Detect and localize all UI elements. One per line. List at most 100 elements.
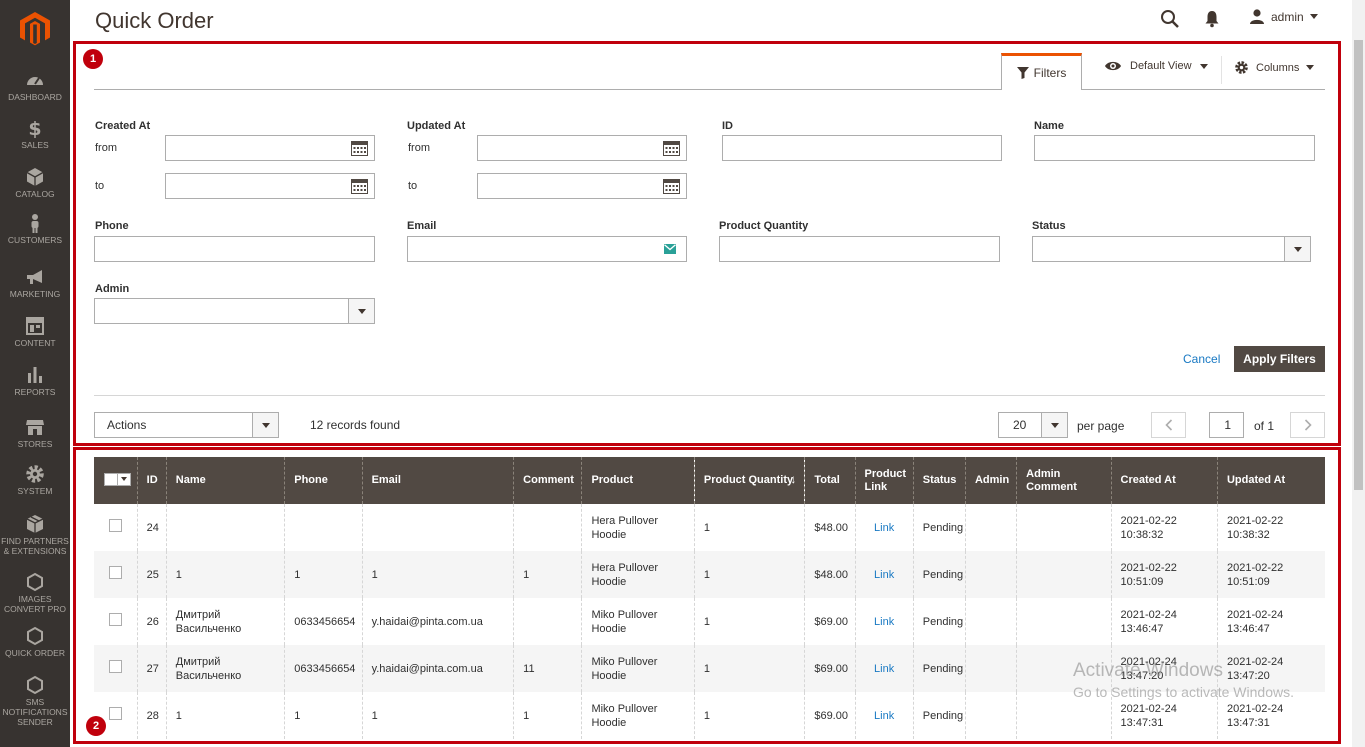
cell-name: 1: [165, 692, 285, 739]
mass-select-checkbox[interactable]: [104, 472, 131, 486]
product-link[interactable]: Link: [874, 663, 894, 675]
created-from-input[interactable]: [165, 135, 375, 161]
scrollbar[interactable]: [1352, 0, 1365, 747]
table-row[interactable]: 24 Hera Pullover Hoodie 1 $48.00 Link Pending…: [94, 504, 1325, 551]
product-link[interactable]: Link: [874, 522, 894, 534]
name-filter-input[interactable]: [1034, 135, 1315, 161]
grid-header-row: ID Name Phone Email Comment Product Product Qu…: [94, 457, 1325, 504]
email-icon: [664, 244, 676, 254]
page-total-label: of 1: [1254, 419, 1275, 433]
column-header-email[interactable]: Email: [361, 457, 514, 504]
column-header-product[interactable]: Product: [581, 457, 695, 504]
column-header-label: Updated At: [1226, 474, 1286, 486]
table-row[interactable]: 26 Дмитрий Васильченко 0633456654 y.haidai@…: [94, 598, 1325, 645]
magento-logo[interactable]: [20, 12, 50, 46]
sidebar-item-customers[interactable]: CUSTOMERS: [0, 213, 70, 245]
row-select-cell: [94, 504, 137, 551]
cell-updated: 2021-02-22 10:51:09: [1216, 551, 1325, 598]
calendar-icon[interactable]: [663, 178, 680, 194]
column-header-created-at[interactable]: Created At: [1110, 457, 1218, 504]
next-page-button[interactable]: [1290, 412, 1325, 438]
cell-total: $48.00: [804, 551, 856, 598]
store-icon: [25, 417, 45, 437]
phone-filter-input[interactable]: [94, 236, 375, 262]
sidebar-item-marketing[interactable]: MARKETING: [0, 267, 70, 299]
column-header-comment[interactable]: Comment: [513, 457, 582, 504]
prev-page-button[interactable]: [1151, 412, 1186, 438]
user-menu[interactable]: admin: [1249, 9, 1318, 24]
chevron-down-icon[interactable]: [348, 299, 374, 323]
row-checkbox[interactable]: [109, 660, 122, 673]
mass-select-header[interactable]: [94, 457, 138, 504]
product-link[interactable]: Link: [874, 710, 894, 722]
admin-filter-select[interactable]: [94, 298, 375, 324]
cell-id: 27: [136, 645, 167, 692]
cell-admin: [964, 551, 1017, 598]
cube-icon: [25, 167, 45, 187]
column-header-status[interactable]: Status: [912, 457, 966, 504]
email-filter-input[interactable]: [407, 236, 687, 262]
chevron-down-icon[interactable]: [1284, 237, 1310, 261]
columns-button[interactable]: Columns: [1234, 60, 1315, 75]
records-count: 12 records found: [310, 418, 401, 432]
column-header-admin[interactable]: Admin: [964, 457, 1017, 504]
cell-phone: 1: [284, 551, 363, 598]
column-header-updated-at[interactable]: Updated At: [1216, 457, 1325, 504]
column-header-product-link[interactable]: Product Link: [854, 457, 914, 504]
default-view-button[interactable]: Default View: [1104, 60, 1208, 72]
row-checkbox[interactable]: [109, 519, 122, 532]
column-header-total[interactable]: Total: [804, 457, 856, 504]
sidebar-item-catalog[interactable]: CATALOG: [0, 167, 70, 199]
sidebar-item-stores[interactable]: STORES: [0, 417, 70, 449]
chevron-down-icon[interactable]: [118, 474, 130, 485]
column-header-name[interactable]: Name: [165, 457, 285, 504]
filters-tab[interactable]: Filters: [1001, 53, 1082, 90]
sort-arrow-icon[interactable]: ↓: [790, 473, 796, 486]
per-page-select[interactable]: 20: [998, 412, 1068, 438]
sidebar-item-label: CONTENT: [14, 338, 56, 348]
row-checkbox[interactable]: [109, 613, 122, 626]
status-filter-select[interactable]: [1032, 236, 1311, 262]
cancel-button[interactable]: Cancel: [1183, 352, 1220, 366]
table-row[interactable]: 25 1 1 1 1 Hera Pullover Hoodie 1 $48.00 Link Pen…: [94, 551, 1325, 598]
cell-total: $69.00: [804, 692, 856, 739]
sidebar-item-reports[interactable]: REPORTS: [0, 365, 70, 397]
chevron-down-icon[interactable]: [252, 413, 278, 437]
search-icon[interactable]: [1160, 9, 1180, 29]
sidebar-item-content[interactable]: CONTENT: [0, 316, 70, 348]
sidebar-item-images-convert-pro[interactable]: IMAGES CONVERT PRO: [0, 572, 70, 614]
created-to-input[interactable]: [165, 173, 375, 199]
sidebar-item-quick-order[interactable]: QUICK ORDER: [0, 626, 70, 658]
sidebar-item-sales[interactable]: $ SALES: [0, 118, 70, 150]
sidebar-item-sms-notifications-sender[interactable]: SMS NOTIFICATIONS SENDER: [0, 675, 70, 727]
phone-filter-label: Phone: [95, 220, 129, 232]
column-header-phone[interactable]: Phone: [284, 457, 363, 504]
row-checkbox[interactable]: [109, 707, 122, 720]
cell-comment: [513, 598, 582, 645]
sidebar-item-system[interactable]: SYSTEM: [0, 464, 70, 496]
column-header-admin-comment[interactable]: Admin Comment: [1016, 457, 1112, 504]
page-number-input[interactable]: 1: [1209, 412, 1244, 438]
product-quantity-filter-input[interactable]: [719, 236, 1000, 262]
updated-from-input[interactable]: [477, 135, 687, 161]
cell-link: Link: [854, 504, 914, 551]
sidebar-item-find-partners-extensions[interactable]: FIND PARTNERS & EXTENSIONS: [0, 514, 70, 556]
actions-select[interactable]: Actions: [94, 412, 279, 438]
column-header-id[interactable]: ID: [136, 457, 167, 504]
row-checkbox[interactable]: [109, 566, 122, 579]
scrollbar-thumb[interactable]: [1354, 40, 1363, 490]
email-filter-label: Email: [407, 220, 437, 232]
cell-comment: 1: [513, 692, 582, 739]
calendar-icon[interactable]: [663, 140, 680, 156]
sidebar-item-dashboard[interactable]: DASHBOARD: [0, 70, 70, 102]
updated-to-input[interactable]: [477, 173, 687, 199]
calendar-icon[interactable]: [351, 140, 368, 156]
product-link[interactable]: Link: [874, 569, 894, 581]
bell-icon[interactable]: [1204, 10, 1220, 28]
calendar-icon[interactable]: [351, 178, 368, 194]
id-filter-input[interactable]: [722, 135, 1002, 161]
chevron-down-icon[interactable]: [1041, 413, 1067, 437]
column-header-product-quantity[interactable]: Product Quantity ↓: [693, 457, 805, 504]
apply-filters-button[interactable]: Apply Filters: [1234, 346, 1325, 372]
product-link[interactable]: Link: [874, 616, 894, 628]
